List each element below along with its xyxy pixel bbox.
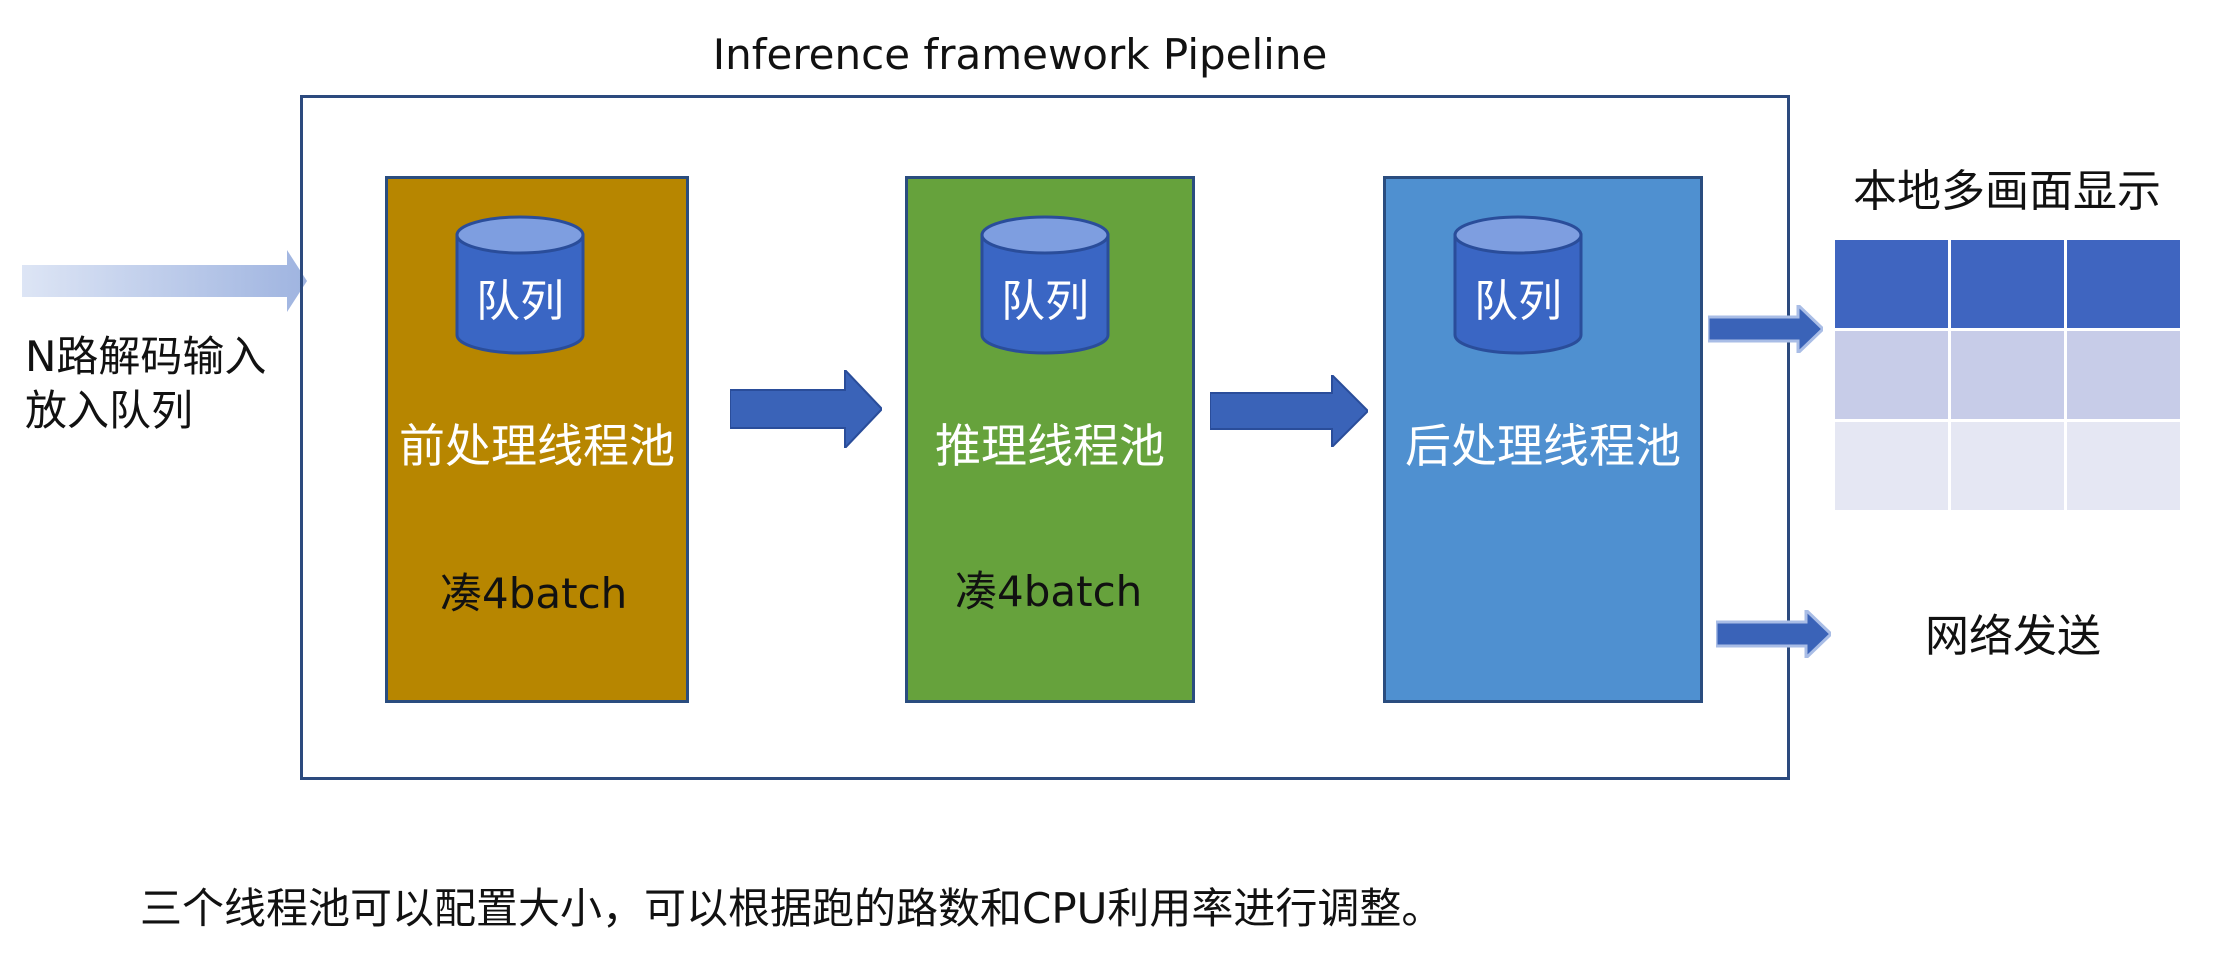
display-grid-cell (1835, 331, 1948, 419)
display-grid-cell (1835, 422, 1948, 510)
display-grid-cell (2067, 240, 2180, 328)
arrow-to-network (1716, 610, 1831, 658)
postprocess-pool-label: 后处理线程池 (1405, 419, 1681, 473)
display-grid-cell (2067, 331, 2180, 419)
diagram-title: Inference framework Pipeline (712, 30, 1328, 79)
preprocess-queue-label: 队列 (476, 276, 564, 327)
display-grid-cell (1951, 240, 2064, 328)
display-grid-cell (2067, 422, 2180, 510)
footer-note: 三个线程池可以配置大小，可以根据跑的路数和CPU利用率进行调整。 (140, 884, 1444, 933)
preprocess-pool-label: 前处理线程池 (399, 419, 675, 473)
arrow-inference-to-postprocess (1210, 375, 1368, 447)
input-label: N路解码输入 放入队列 (25, 330, 266, 438)
input-label-line-2: 放入队列 (25, 386, 194, 435)
arrow-to-display (1708, 305, 1823, 353)
arrow-preprocess-to-inference (730, 370, 882, 448)
display-grid-cell (1951, 331, 2064, 419)
display-grid-cell (1951, 422, 2064, 510)
inference-queue-label: 队列 (1001, 276, 1089, 327)
network-send-label: 网络发送 (1925, 611, 2101, 662)
input-arrow (22, 250, 307, 312)
display-grid (1835, 240, 2180, 510)
inference-batch-label: 凑4batch (955, 567, 1143, 616)
inference-pool-label: 推理线程池 (935, 419, 1165, 473)
preprocess-batch-label: 凑4batch (440, 569, 628, 618)
display-grid-cell (1835, 240, 1948, 328)
local-display-label: 本地多画面显示 (1853, 166, 2161, 217)
input-label-line-1: N路解码输入 (25, 332, 267, 381)
postprocess-queue-label: 队列 (1474, 276, 1562, 327)
